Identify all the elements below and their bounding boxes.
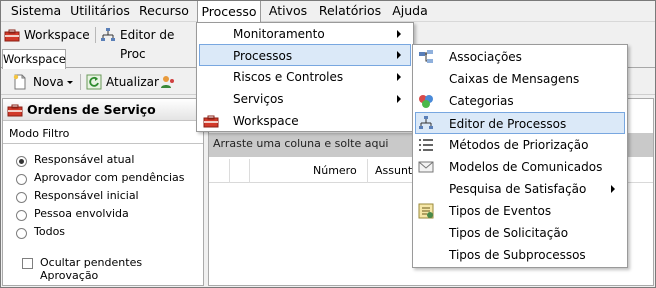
column-separator (229, 159, 230, 183)
radio-label: Pessoa envolvida (34, 207, 129, 220)
list-icon (418, 137, 434, 153)
envelope-icon (418, 159, 434, 175)
workspace-button-label: Workspace (24, 28, 90, 42)
submenu-item-label: Tipos de Solicitação (449, 226, 569, 240)
toolbox-icon (203, 113, 219, 129)
radio-label: Responsável inicial (34, 189, 139, 202)
submenu-item-pesquisa-satisfacao[interactable]: Pesquisa de Satisfação (415, 178, 625, 200)
menu-item-label: Monitoramento (233, 27, 325, 41)
column-separator (249, 159, 250, 183)
event-types-icon (418, 203, 434, 219)
submenu-item-label: Editor de Processos (449, 117, 567, 131)
submenu-item-caixas-mensagens[interactable]: Caixas de Mensagens (415, 68, 625, 90)
chevron-down-icon (67, 81, 73, 84)
radio-label: Aprovador com pendências (34, 171, 185, 184)
editor-processos-button[interactable]: Editor de Proc (100, 26, 200, 61)
radio-pessoa-envolvida[interactable] (16, 210, 27, 221)
processos-submenu: Associações Caixas de Mensagens Categori… (412, 44, 628, 268)
radio-label: Responsável atual (34, 153, 135, 166)
divider (3, 143, 203, 144)
submenu-item-tipos-subprocessos[interactable]: Tipos de Subprocessos (415, 244, 625, 266)
submenu-item-label: Categorias (449, 94, 514, 108)
menu-item-label: Workspace (233, 114, 299, 128)
toolbox-icon (4, 27, 20, 43)
service-orders-panel: Ordens de Serviço Modo Filtro Responsáve… (2, 98, 204, 286)
submenu-item-label: Tipos de Subprocessos (449, 248, 586, 262)
submenu-item-associacoes[interactable]: Associações (415, 46, 625, 68)
column-numero[interactable]: Número (313, 164, 357, 177)
group-hint: Arraste uma coluna e solte aqui (213, 137, 389, 150)
hierarchy-icon (418, 49, 434, 65)
menu-item-riscos-controles[interactable]: Riscos e Controles (199, 66, 411, 88)
menu-item-label: Riscos e Controles (233, 70, 344, 84)
radio-todos[interactable] (16, 228, 27, 239)
toolbox-icon (7, 102, 23, 118)
toolbar-separator (80, 74, 81, 90)
toolbar-separator (95, 27, 96, 43)
menu-relatorios[interactable]: Relatórios (318, 0, 382, 22)
menu-utilitarios[interactable]: Utilitários (70, 0, 130, 22)
chevron-right-icon (397, 95, 401, 103)
menu-item-label: Processos (233, 49, 293, 63)
menu-ativos[interactable]: Ativos (266, 0, 310, 22)
chevron-right-icon (397, 30, 401, 38)
submenu-item-label: Tipos de Eventos (449, 204, 552, 218)
menu-bar: Sistema Utilitários Recurso Processo Ati… (0, 0, 656, 23)
menu-item-workspace[interactable]: Workspace (199, 110, 411, 132)
workspace-button[interactable]: Workspace (4, 26, 94, 45)
menu-sistema[interactable]: Sistema (8, 0, 64, 22)
chevron-right-icon (611, 185, 615, 193)
submenu-item-label: Modelos de Comunicados (449, 160, 603, 174)
submenu-item-editor-processos[interactable]: Editor de Processos (415, 112, 625, 134)
submenu-item-metodos-priorizacao[interactable]: Métodos de Priorização (415, 134, 625, 156)
submenu-item-label: Métodos de Priorização (449, 138, 589, 152)
menu-item-processos[interactable]: Processos (199, 44, 411, 66)
new-button-label: Nova (33, 75, 64, 89)
users-icon (160, 74, 176, 90)
process-editor-icon (418, 115, 434, 131)
column-separator (367, 159, 368, 183)
processo-menu: Monitoramento Processos Riscos e Control… (196, 22, 414, 132)
filter-mode-label: Modo Filtro (9, 127, 70, 140)
update-button[interactable]: Atualizar (86, 73, 159, 92)
update-button-label: Atualizar (106, 75, 159, 89)
categories-icon (418, 93, 434, 109)
menu-item-servicos[interactable]: Serviços (199, 88, 411, 110)
submenu-item-categorias[interactable]: Categorias (415, 90, 625, 112)
process-editor-icon (100, 27, 116, 43)
menu-recurso[interactable]: Recurso (137, 0, 191, 22)
submenu-item-label: Associações (449, 50, 522, 64)
submenu-item-label: Caixas de Mensagens (449, 72, 580, 86)
hide-pending-checkbox[interactable] (22, 258, 33, 269)
radio-responsavel-inicial[interactable] (16, 192, 27, 203)
tab-workspace[interactable]: Workspace (2, 49, 66, 69)
submenu-item-label: Pesquisa de Satisfação (449, 182, 587, 196)
checkbox-label: Ocultar pendentes Aprovação (40, 256, 143, 282)
new-button[interactable]: Nova (12, 73, 76, 92)
radio-responsavel-atual[interactable] (16, 156, 27, 167)
refresh-icon (86, 74, 102, 90)
radio-aprovador-pendencias[interactable] (16, 174, 27, 185)
radio-label: Todos (34, 225, 66, 238)
submenu-item-modelos-comunicados[interactable]: Modelos de Comunicados (415, 156, 625, 178)
menu-processo[interactable]: Processo (197, 0, 261, 23)
menu-item-monitoramento[interactable]: Monitoramento (199, 23, 411, 45)
chevron-right-icon (397, 73, 401, 81)
chevron-right-icon (397, 51, 401, 59)
panel-header: Ordens de Serviço (3, 99, 203, 121)
submenu-item-tipos-solicitacao[interactable]: Tipos de Solicitação (415, 222, 625, 244)
menu-ajuda[interactable]: Ajuda (389, 0, 431, 22)
new-document-icon (12, 74, 28, 90)
users-button[interactable] (160, 73, 178, 92)
panel-title: Ordens de Serviço (27, 102, 156, 117)
submenu-item-tipos-eventos[interactable]: Tipos de Eventos (415, 200, 625, 222)
menu-item-label: Serviços (233, 92, 284, 106)
